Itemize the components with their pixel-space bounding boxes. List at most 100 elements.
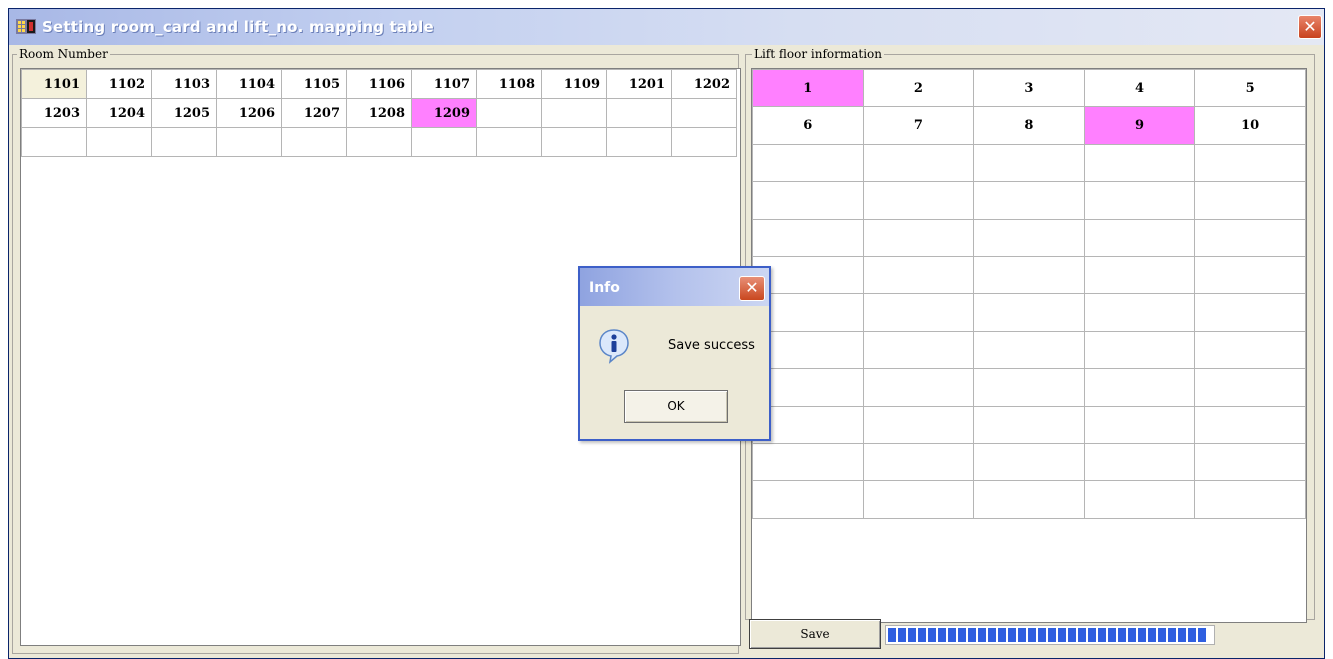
- lift-floor-cell[interactable]: [862, 442, 975, 482]
- room-cell[interactable]: 1203: [21, 98, 87, 128]
- lift-floor-cell[interactable]: [862, 405, 975, 444]
- info-icon: [599, 329, 629, 364]
- room-cell[interactable]: 1108: [476, 69, 542, 99]
- lift-floor-cell[interactable]: 4: [1083, 68, 1196, 108]
- room-cell[interactable]: 1209: [411, 98, 477, 128]
- lift-floor-cell[interactable]: [862, 218, 975, 257]
- lift-floor-cell[interactable]: [752, 480, 864, 519]
- room-cell[interactable]: [606, 98, 672, 128]
- room-cell[interactable]: [346, 127, 412, 157]
- lift-floor-cell[interactable]: [973, 218, 1085, 257]
- lift-floor-cell[interactable]: [973, 293, 1085, 332]
- lift-floor-cell[interactable]: [862, 480, 975, 519]
- room-cell[interactable]: 1103: [151, 69, 217, 99]
- room-cell[interactable]: [21, 127, 87, 157]
- room-cell[interactable]: 1109: [541, 69, 607, 99]
- room-cell[interactable]: 1107: [411, 69, 477, 99]
- room-cell[interactable]: [541, 98, 607, 128]
- room-cell[interactable]: [281, 127, 347, 157]
- lift-floor-cell[interactable]: [973, 255, 1085, 295]
- lift-floor-cell[interactable]: 3: [973, 68, 1085, 108]
- room-cell[interactable]: 1206: [216, 98, 282, 128]
- lift-floor-cell[interactable]: 2: [862, 68, 975, 108]
- dialog-close-button[interactable]: ✕: [739, 276, 765, 301]
- ok-button[interactable]: OK: [624, 390, 728, 423]
- dialog-message: Save success: [668, 338, 755, 353]
- table-row: [752, 218, 1306, 257]
- lift-floor-cell[interactable]: [973, 442, 1085, 482]
- room-cell[interactable]: [411, 127, 477, 157]
- lift-floor-cell[interactable]: [1194, 143, 1306, 183]
- lift-floor-cell[interactable]: [752, 218, 864, 257]
- table-row: [752, 330, 1306, 370]
- lift-floor-cell[interactable]: [1083, 143, 1196, 183]
- room-cell[interactable]: 1202: [671, 69, 737, 99]
- lift-floor-cell[interactable]: [1083, 480, 1196, 519]
- lift-floor-cell[interactable]: [973, 368, 1085, 407]
- room-cell[interactable]: 1101: [21, 69, 87, 99]
- lift-floor-cell[interactable]: [973, 143, 1085, 183]
- room-cell[interactable]: [151, 127, 217, 157]
- room-cell[interactable]: 1201: [606, 69, 672, 99]
- room-cell[interactable]: [476, 98, 542, 128]
- room-cell[interactable]: 1207: [281, 98, 347, 128]
- lift-floor-cell[interactable]: 6: [752, 106, 864, 145]
- lift-floor-cell[interactable]: 9: [1083, 106, 1196, 145]
- lift-floor-cell[interactable]: [1194, 293, 1306, 332]
- lift-floor-cell[interactable]: [1083, 255, 1196, 295]
- room-cell[interactable]: 1205: [151, 98, 217, 128]
- room-cell[interactable]: 1102: [86, 69, 152, 99]
- lift-floor-cell[interactable]: [1194, 181, 1306, 220]
- room-cell[interactable]: 1104: [216, 69, 282, 99]
- room-cell[interactable]: 1106: [346, 69, 412, 99]
- lift-floor-cell[interactable]: [752, 143, 864, 183]
- lift-floor-cell[interactable]: [973, 181, 1085, 220]
- lift-floor-cell[interactable]: [1194, 218, 1306, 257]
- lift-floor-cell[interactable]: [973, 405, 1085, 444]
- room-cell[interactable]: [476, 127, 542, 157]
- room-cell[interactable]: [216, 127, 282, 157]
- progress-block: [1128, 628, 1136, 642]
- lift-floor-cell[interactable]: [752, 181, 864, 220]
- lift-floor-cell[interactable]: 7: [862, 106, 975, 145]
- lift-floor-cell[interactable]: [1194, 405, 1306, 444]
- lift-floor-cell[interactable]: [1083, 405, 1196, 444]
- lift-floor-cell[interactable]: [862, 330, 975, 370]
- room-cell[interactable]: [86, 127, 152, 157]
- lift-floor-cell[interactable]: [973, 330, 1085, 370]
- lift-floor-cell[interactable]: [1083, 330, 1196, 370]
- lift-floor-cell[interactable]: 5: [1194, 68, 1306, 108]
- lift-floor-cell[interactable]: [862, 181, 975, 220]
- lift-floor-cell[interactable]: [1083, 218, 1196, 257]
- room-cell[interactable]: [671, 127, 737, 157]
- lift-floor-cell[interactable]: 1: [752, 68, 864, 108]
- lift-floor-cell[interactable]: [862, 368, 975, 407]
- table-row: [752, 255, 1306, 295]
- lift-floor-cell[interactable]: [1194, 480, 1306, 519]
- lift-floor-cell[interactable]: 10: [1194, 106, 1306, 145]
- room-cell[interactable]: [606, 127, 672, 157]
- lift-floor-cell[interactable]: [1194, 330, 1306, 370]
- lift-floor-cell[interactable]: [973, 480, 1085, 519]
- room-cell[interactable]: 1208: [346, 98, 412, 128]
- table-row: [752, 442, 1306, 482]
- save-button[interactable]: Save: [749, 619, 881, 649]
- lift-floor-cell[interactable]: [1083, 368, 1196, 407]
- lift-floor-cell[interactable]: [1194, 368, 1306, 407]
- info-dialog: Info ✕ Save success OK: [578, 266, 771, 441]
- lift-floor-cell[interactable]: [1083, 293, 1196, 332]
- room-cell[interactable]: 1204: [86, 98, 152, 128]
- lift-floor-cell[interactable]: [862, 143, 975, 183]
- lift-floor-cell[interactable]: [1083, 181, 1196, 220]
- close-button[interactable]: ✕: [1298, 15, 1322, 39]
- lift-floor-cell[interactable]: [862, 255, 975, 295]
- room-cell[interactable]: [541, 127, 607, 157]
- lift-floor-cell[interactable]: [862, 293, 975, 332]
- room-cell[interactable]: 1105: [281, 69, 347, 99]
- lift-floor-cell[interactable]: [1194, 442, 1306, 482]
- lift-floor-cell[interactable]: [1194, 255, 1306, 295]
- lift-floor-cell[interactable]: 8: [973, 106, 1085, 145]
- lift-floor-cell[interactable]: [752, 442, 864, 482]
- room-cell[interactable]: [671, 98, 737, 128]
- lift-floor-cell[interactable]: [1083, 442, 1196, 482]
